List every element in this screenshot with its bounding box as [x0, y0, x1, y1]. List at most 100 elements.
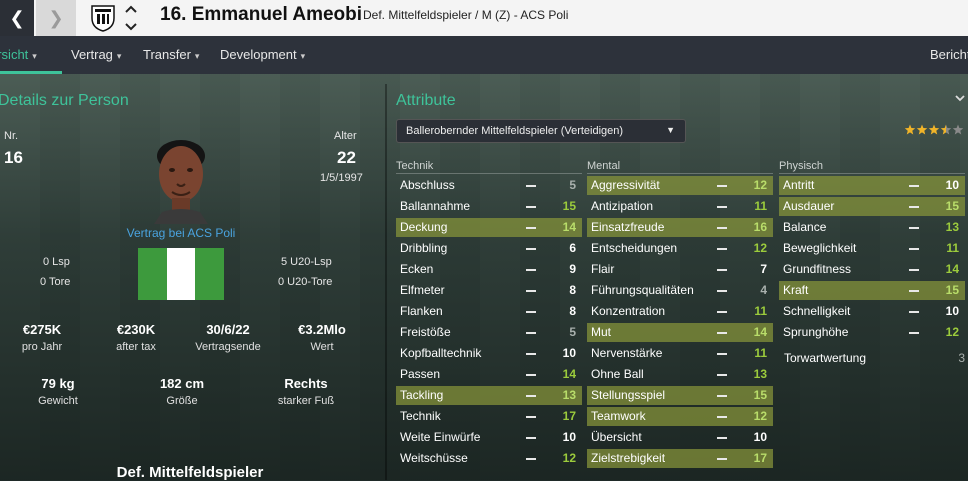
attribute-name: Weitschüsse — [400, 451, 468, 465]
tab-development[interactable]: Development ▾ — [220, 47, 305, 62]
net-salary-value: €230K — [116, 322, 156, 337]
star-icon — [904, 124, 916, 135]
attribute-row[interactable]: Aggressivität 12 — [587, 176, 773, 195]
foot-label: starker Fuß — [277, 395, 335, 407]
attribute-value: 9 — [569, 262, 576, 276]
attribute-row[interactable]: Weitschüsse 12 — [396, 449, 582, 468]
attribute-value: 16 — [753, 220, 767, 234]
attribute-row[interactable]: Ecken 9 — [396, 260, 582, 279]
attribute-trend-icon — [909, 227, 919, 229]
attribute-row[interactable]: Beweglichkeit 11 — [779, 239, 965, 258]
attribute-value: 10 — [945, 178, 959, 192]
attribute-row[interactable]: Kraft 15 — [779, 281, 965, 300]
attribute-value: 11 — [946, 241, 959, 255]
attribute-row[interactable]: Dribbling 6 — [396, 239, 582, 258]
attribute-trend-icon — [909, 290, 919, 292]
tab-uebersicht[interactable]: ersicht▾ — [0, 47, 37, 62]
attribute-row[interactable]: Grundfitness 14 — [779, 260, 965, 279]
nationality-flag — [138, 248, 225, 300]
attribute-row[interactable]: Elfmeter 8 — [396, 281, 582, 300]
attribute-name: Passen — [400, 367, 441, 381]
attribute-row[interactable]: Antritt 10 — [779, 176, 965, 195]
attribute-row[interactable]: Sprunghöhe 12 — [779, 323, 965, 342]
attribute-row[interactable]: Deckung 14 — [396, 218, 582, 237]
attribute-value: 12 — [753, 241, 767, 255]
attribute-trend-icon — [717, 290, 727, 292]
attribute-trend-icon — [717, 332, 727, 334]
attribute-trend-icon — [717, 458, 727, 460]
attribute-name: Übersicht — [591, 430, 642, 444]
salary-value: €275K — [22, 322, 62, 337]
attribute-row[interactable]: Ohne Ball 13 — [587, 365, 773, 384]
attribute-row[interactable]: Zielstrebigkeit 17 — [587, 449, 773, 468]
attribute-value: 15 — [945, 283, 959, 297]
attribute-row[interactable]: Flanken 8 — [396, 302, 582, 321]
attribute-name: Tackling — [400, 388, 444, 402]
attribute-row[interactable]: Schnelligkeit 10 — [779, 302, 965, 321]
nr-label: Nr. — [4, 130, 19, 142]
value-label: Wert — [310, 341, 334, 353]
tab-bar: ersicht▾ Vertrag▾ Transfer▾ Development▾… — [0, 36, 968, 74]
attribute-row[interactable]: Übersicht 10 — [587, 428, 773, 447]
star-icon — [916, 124, 928, 135]
attribute-row[interactable]: Entscheidungen 12 — [587, 239, 773, 258]
attribute-row[interactable]: Ausdauer 15 — [779, 197, 965, 216]
back-button[interactable]: ❮ — [0, 0, 34, 36]
attribute-name: Schnelligkeit — [783, 304, 851, 318]
attribute-name: Kopfballtechnik — [400, 346, 482, 360]
attribute-value: 7 — [760, 262, 767, 276]
attribute-row[interactable]: Einsatzfreude 16 — [587, 218, 773, 237]
u20-goals-value: 0 U20-Tore — [278, 276, 333, 288]
attribute-trend-icon — [717, 437, 727, 439]
attribute-name: Freistöße — [400, 325, 451, 339]
tab-label: ersicht — [0, 47, 29, 62]
attribute-row[interactable]: Nervenstärke 11 — [587, 344, 773, 363]
attribute-row[interactable]: Technik 17 — [396, 407, 582, 426]
attribute-value: 5 — [569, 178, 576, 192]
attribute-value: 14 — [562, 367, 576, 381]
attribute-row[interactable]: Passen 14 — [396, 365, 582, 384]
attribute-row[interactable]: Tackling 13 — [396, 386, 582, 405]
attribute-trend-icon — [526, 437, 536, 439]
chevron-up-down-icon[interactable] — [120, 0, 142, 36]
tab-transfer[interactable]: Transfer ▾ — [143, 47, 199, 62]
attribute-name: Zielstrebigkeit — [591, 451, 666, 465]
panel-divider — [385, 84, 387, 480]
weight-value: 79 kg — [41, 376, 75, 391]
attribute-trend-icon — [909, 269, 919, 271]
attribute-row[interactable]: Ballannahme 15 — [396, 197, 582, 216]
attribute-row[interactable]: Mut 14 — [587, 323, 773, 342]
divider — [396, 173, 582, 174]
attribute-row[interactable]: Führungsqualitäten 4 — [587, 281, 773, 300]
attribute-row[interactable]: Teamwork 12 — [587, 407, 773, 426]
attribute-trend-icon — [526, 395, 536, 397]
contract-club-link[interactable]: Vertrag bei ACS Poli — [100, 226, 262, 240]
forward-button[interactable]: ❯ — [36, 0, 76, 36]
attribute-value: 11 — [754, 199, 767, 213]
role-dropdown[interactable]: Ballerobernder Mittelfeldspieler (Vertei… — [396, 119, 686, 143]
attribute-name: Grundfitness — [783, 262, 852, 276]
attribute-name: Ausdauer — [783, 199, 835, 213]
attribute-row[interactable]: Konzentration 11 — [587, 302, 773, 321]
attribute-row[interactable]: Balance 13 — [779, 218, 965, 237]
attribute-row[interactable]: Stellungsspiel 15 — [587, 386, 773, 405]
attribute-row[interactable]: Freistöße 5 — [396, 323, 582, 342]
tab-berichte[interactable]: Bericht — [930, 47, 968, 62]
attribute-name: Ballannahme — [400, 199, 471, 213]
attribute-row[interactable]: Abschluss 5 — [396, 176, 582, 195]
attribute-row[interactable]: Flair 7 — [587, 260, 773, 279]
tab-vertrag[interactable]: Vertrag ▾ — [71, 47, 121, 62]
attribute-name: Deckung — [400, 220, 448, 234]
attribute-name: Stellungsspiel — [591, 388, 666, 402]
attribute-trend-icon — [909, 311, 919, 313]
attribute-row[interactable]: Kopfballtechnik 10 — [396, 344, 582, 363]
attribute-row[interactable]: Weite Einwürfe 10 — [396, 428, 582, 447]
attribute-trend-icon — [717, 416, 727, 418]
attribute-name: Elfmeter — [400, 283, 445, 297]
tab-label: Vertrag — [71, 47, 113, 62]
player-subtitle: Def. Mittelfeldspieler / M (Z) - ACS Pol… — [363, 8, 569, 22]
chevron-down-icon[interactable] — [954, 92, 966, 104]
attribute-row[interactable]: Antizipation 11 — [587, 197, 773, 216]
attribute-name: Kraft — [783, 283, 809, 297]
attribute-trend-icon — [526, 374, 536, 376]
